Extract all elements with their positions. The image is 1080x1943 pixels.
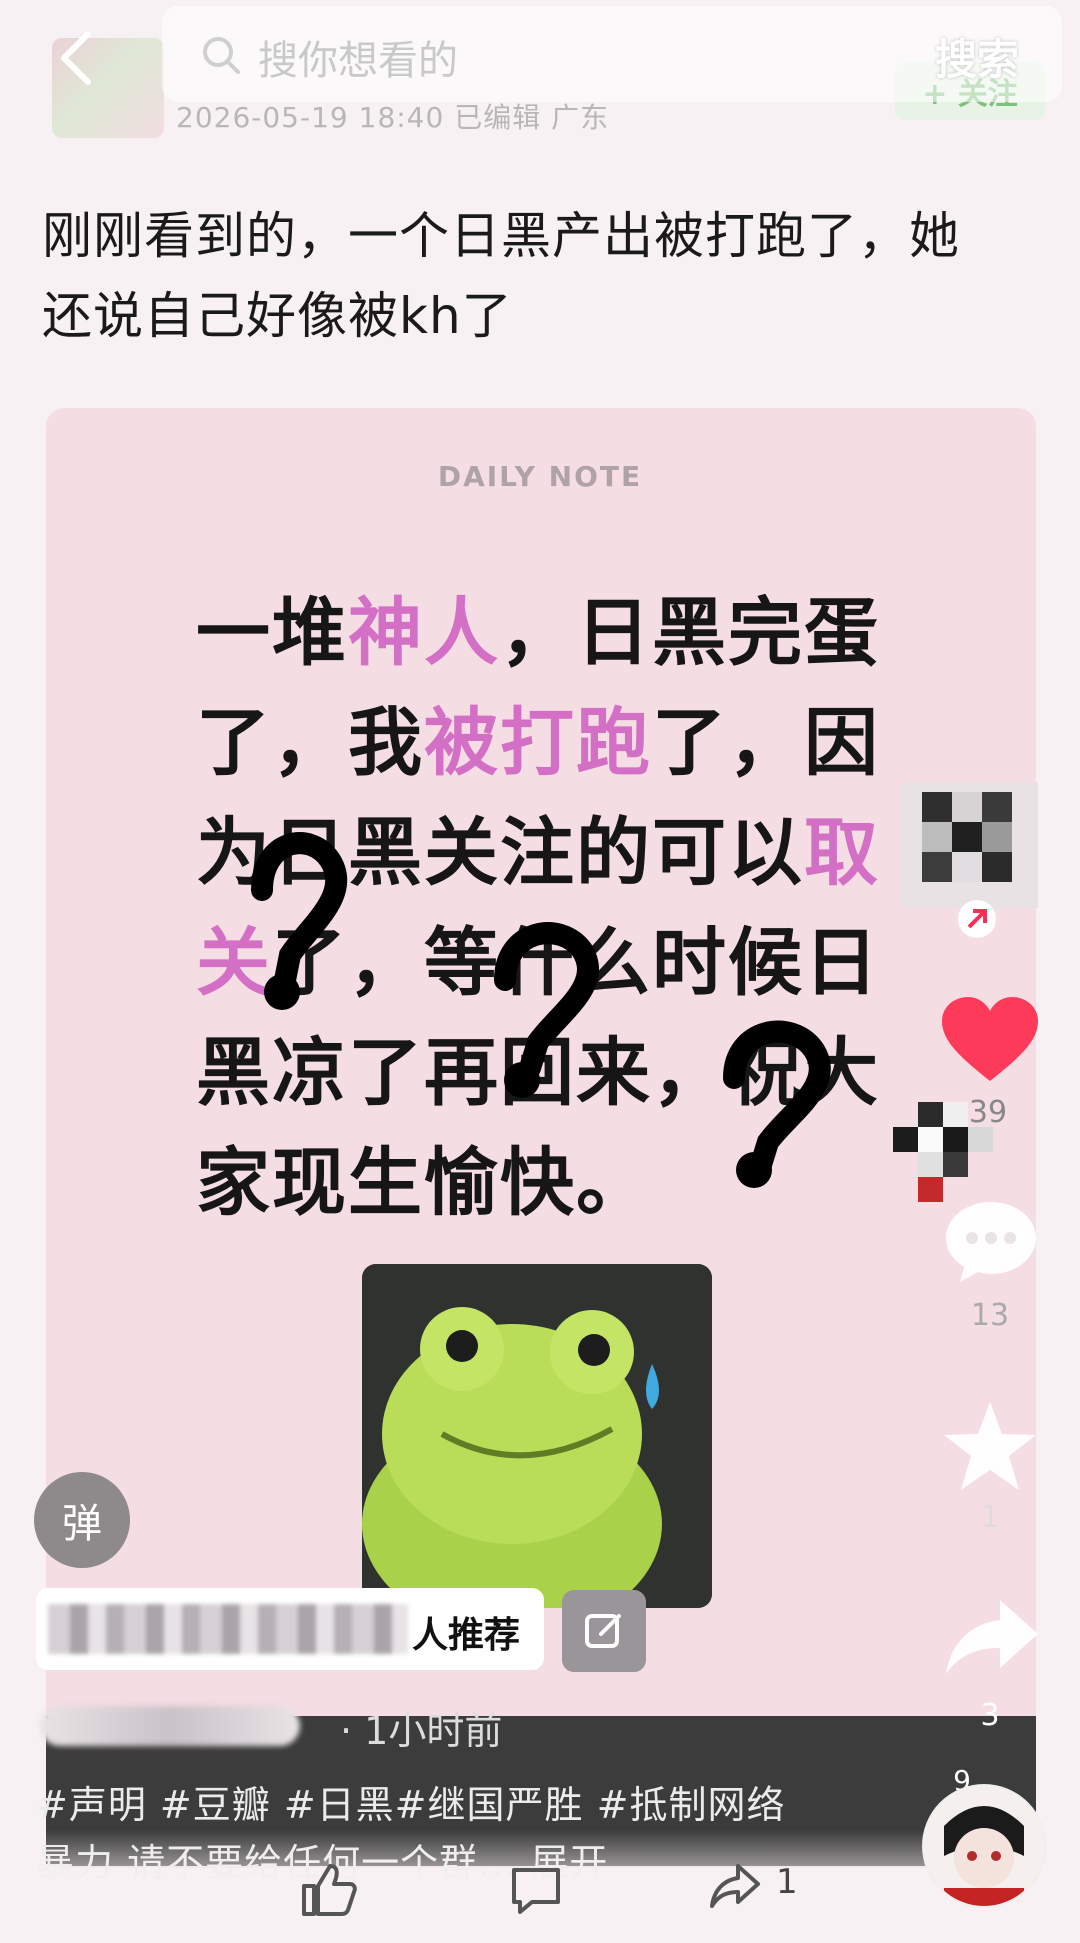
daily-note-label: DAILY NOTE — [437, 460, 643, 493]
note-line: 了，我被打跑了，因 — [196, 688, 916, 798]
note-text: 一堆神人，日黑完蛋 了，我被打跑了，因 为日黑关注的可以取 关了，等什么时候日 黑凉了再… — [196, 578, 916, 1238]
note-segment: 黑凉了再回来，祝大 — [196, 1030, 880, 1116]
recommend-text: 人推荐 — [412, 1615, 521, 1656]
note-line: 为日黑关注的可以取 — [196, 798, 916, 908]
creator-avatar[interactable] — [902, 782, 1038, 908]
note-highlight: 神人 — [348, 590, 500, 676]
note-highlight: 取 — [804, 810, 880, 896]
thumb-up-icon[interactable] — [298, 1860, 358, 1920]
note-highlight: 关 — [196, 920, 272, 1006]
edit-icon — [585, 1614, 621, 1648]
post-time: · 1小时前 — [340, 1709, 503, 1753]
note-line: 关了，等什么时候日 — [196, 908, 916, 1018]
recommenders-blurred — [48, 1604, 408, 1654]
note-line: 一堆神人，日黑完蛋 — [196, 578, 916, 688]
post-title: 刚刚看到的，一个日黑产出被打跑了，她还说自己好像被kh了 — [42, 207, 960, 345]
favorite-count: 1 — [980, 1500, 1000, 1535]
comment-count: 13 — [970, 1298, 1010, 1333]
music-disc-avatar[interactable] — [922, 1784, 1046, 1908]
edit-button[interactable] — [562, 1590, 646, 1672]
note-segment: ，日黑完蛋 — [500, 590, 880, 676]
post-date: 2026-05-19 18:40 已编辑 广东 — [176, 101, 610, 134]
note-highlight: 被打跑 — [424, 700, 652, 786]
share-mini-icon[interactable] — [708, 1860, 764, 1916]
comment-icon[interactable] — [942, 1198, 1040, 1284]
search-input[interactable]: 搜你想看的 — [258, 28, 458, 86]
comment-mini-icon[interactable] — [508, 1864, 564, 1916]
note-segment: 了，因 — [652, 700, 880, 786]
follow-plus-icon[interactable] — [958, 900, 996, 938]
like-heart-icon[interactable] — [940, 995, 1040, 1085]
search-icon — [203, 37, 240, 74]
favorite-star-icon[interactable] — [940, 1398, 1040, 1494]
author-name-blurred[interactable] — [40, 1706, 300, 1746]
note-segment: 了，我 — [196, 700, 424, 786]
note-line: 黑凉了再回来，祝大 — [196, 1018, 916, 1128]
search-button[interactable]: 搜索 — [935, 26, 1019, 87]
note-segment: 一堆 — [196, 590, 348, 676]
note-segment: 家现生愉快。 — [196, 1140, 652, 1226]
danmaku-toggle-button[interactable]: 弹 — [34, 1472, 130, 1568]
frog-image — [362, 1264, 712, 1608]
note-segment: 了，等什么时候日 — [272, 920, 880, 1006]
share-mini-count: 1 — [776, 1862, 798, 1902]
back-icon[interactable] — [48, 26, 104, 90]
note-line: 家现生愉快。 — [196, 1128, 916, 1238]
share-count: 3 — [980, 1698, 1000, 1733]
share-arrow-icon[interactable] — [942, 1596, 1042, 1678]
note-segment: 为日黑关注的可以 — [196, 810, 804, 896]
